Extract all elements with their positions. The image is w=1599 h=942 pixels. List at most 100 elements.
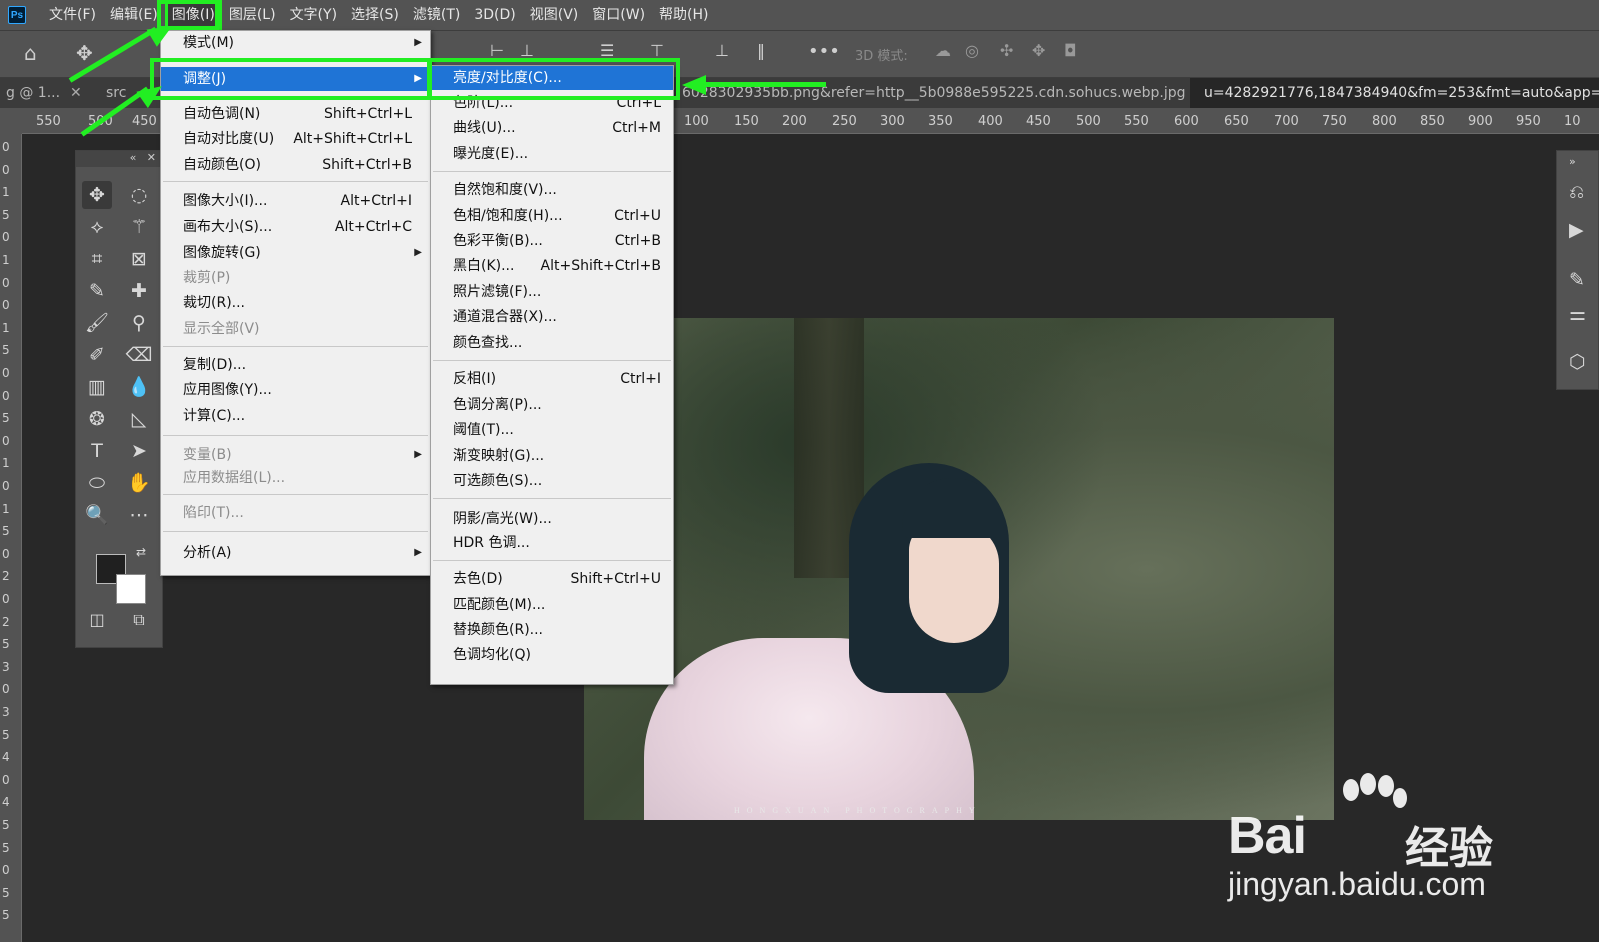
adjust-menu-item[interactable]: 阈值(T)...	[431, 418, 673, 442]
healing-brush-icon[interactable]: ✚	[124, 277, 154, 305]
adjust-menu-item[interactable]: 色相/饱和度(H)... Ctrl+U	[431, 204, 673, 228]
lasso-tool-icon[interactable]: ⟡	[82, 213, 112, 241]
history-brush-icon[interactable]: ✐	[82, 341, 112, 369]
zoom-tool-icon[interactable]: 🔍	[82, 501, 112, 529]
align-bottom-icon[interactable]: ⊥	[715, 41, 729, 60]
adjust-menu-item[interactable]: 渐变映射(G)...	[431, 444, 673, 468]
hand-tool-icon[interactable]: ✋	[124, 469, 154, 497]
blur-tool-icon[interactable]: 💧	[124, 373, 154, 401]
adjust-menu-item[interactable]: 自然饱和度(V)...	[431, 178, 673, 202]
menu-item-shortcut: Ctrl+M	[612, 120, 661, 136]
menu-view[interactable]: 视图(V)	[523, 0, 586, 30]
image-menu-item[interactable]: 自动对比度(U) Alt+Shift+Ctrl+L	[161, 127, 430, 151]
image-menu-item[interactable]: 模式(M) ▶	[161, 31, 430, 55]
adjust-menu-item[interactable]: 反相(I) Ctrl+I	[431, 367, 673, 391]
adjust-menu-item[interactable]: 可选颜色(S)...	[431, 469, 673, 493]
quick-mask-icon[interactable]: ◫	[82, 606, 112, 634]
home-icon[interactable]: ⌂	[24, 41, 37, 65]
menu-layer[interactable]: 图层(L)	[222, 0, 283, 30]
adjust-menu-item[interactable]: 色彩平衡(B)... Ctrl+B	[431, 229, 673, 253]
menu-window[interactable]: 窗口(W)	[585, 0, 652, 30]
history-panel-icon[interactable]: ⎌	[1569, 181, 1584, 203]
document-canvas-photo[interactable]: HONGXUAN PHOTOGRAPHY	[584, 318, 1334, 820]
adjust-menu-item[interactable]: 色调分离(P)...	[431, 393, 673, 417]
ruler-top-tick: 500	[1076, 114, 1101, 129]
image-menu-item[interactable]: 自动色调(N) Shift+Ctrl+L	[161, 102, 430, 126]
ellipse-tool-icon[interactable]: ⬭	[82, 469, 112, 497]
crop-tool-icon[interactable]: ⌗	[82, 245, 112, 273]
actions-play-icon[interactable]: ▶	[1569, 219, 1584, 241]
3d-camera-icon[interactable]: ◘	[1064, 41, 1077, 60]
adjust-menu-item[interactable]: 曝光度(E)...	[431, 142, 673, 166]
image-menu-item[interactable]: 画布大小(S)... Alt+Ctrl+C	[161, 215, 430, 239]
menu-help[interactable]: 帮助(H)	[652, 0, 715, 30]
path-select-icon[interactable]: ➤	[124, 437, 154, 465]
clone-stamp-icon[interactable]: ⚲	[124, 309, 154, 337]
ruler-top-tick: 600	[1174, 114, 1199, 129]
menu-filter[interactable]: 滤镜(T)	[406, 0, 467, 30]
ruler-left-tick: 0	[2, 479, 10, 493]
gradient-tool-icon[interactable]: ▥	[82, 373, 112, 401]
distribute-icon[interactable]: ‖	[757, 41, 765, 60]
ruler-left-tick: 1	[2, 185, 10, 200]
adjustments-panel-icon[interactable]: ⚌	[1569, 303, 1586, 325]
image-menu-item[interactable]: 自动颜色(O) Shift+Ctrl+B	[161, 153, 430, 177]
image-menu-item[interactable]: 应用图像(Y)...	[161, 378, 430, 402]
3d-pan-icon[interactable]: ✣	[1000, 41, 1013, 60]
screen-mode-icon[interactable]: ⧉	[124, 606, 154, 634]
ruler-left-tick: 0	[2, 366, 10, 380]
magic-wand-icon[interactable]: ⚚	[124, 213, 154, 241]
image-menu-item[interactable]: 分析(A) ▶	[161, 541, 430, 565]
adjust-menu-item[interactable]: 色调均化(Q)	[431, 643, 673, 667]
frame-tool-icon[interactable]: ⊠	[124, 245, 154, 273]
menu-3d[interactable]: 3D(D)	[467, 0, 522, 30]
tab-document-1[interactable]: g @ 1... ✕	[0, 78, 92, 108]
more-tools-icon[interactable]: ⋯	[124, 501, 154, 529]
swap-colors-icon[interactable]: ⇄	[126, 538, 156, 566]
image-menu-item[interactable]: 复制(D)...	[161, 353, 430, 377]
adjust-menu-item[interactable]: 照片滤镜(F)...	[431, 280, 673, 304]
adjust-menu-item[interactable]: 阴影/高光(W)...	[431, 507, 673, 531]
image-menu-item[interactable]: 计算(C)...	[161, 404, 430, 428]
baidu-url-text: jingyan.baidu.com	[1228, 866, 1486, 902]
more-options-icon[interactable]: •••	[808, 41, 840, 62]
type-tool-icon[interactable]: T	[82, 437, 112, 465]
close-icon[interactable]: ✕	[70, 85, 82, 101]
panel-collapse-icon[interactable]: « ✕	[76, 151, 162, 167]
adjust-menu-item[interactable]: 匹配颜色(M)...	[431, 593, 673, 617]
move-tool-icon[interactable]: ✥	[82, 181, 112, 209]
brush-tool-icon[interactable]: 🖌	[82, 309, 112, 337]
3d-slide-icon[interactable]: ✥	[1032, 41, 1045, 60]
eyedropper-icon[interactable]: ✎	[82, 277, 112, 305]
adjust-menu-item[interactable]: 颜色查找...	[431, 331, 673, 355]
tab-document-4[interactable]: u=4282921776,1847384940&fm=253&fmt=auto&…	[1190, 78, 1599, 108]
eraser-icon[interactable]: ⌫	[124, 341, 154, 369]
menu-type[interactable]: 文字(Y)	[283, 0, 344, 30]
sponge-tool-icon[interactable]: ❂	[82, 405, 112, 433]
move-tool-icon[interactable]: ✥	[76, 41, 93, 65]
image-menu-item[interactable]: 图像大小(I)... Alt+Ctrl+I	[161, 189, 430, 213]
menu-file[interactable]: 文件(F)	[42, 0, 103, 30]
background-color-swatch[interactable]	[116, 574, 146, 604]
expand-panel-icon[interactable]: »	[1569, 155, 1576, 168]
tab-label: 6028302935bb.png&refer=http__5b0988e5952…	[682, 85, 1186, 101]
adjust-menu-item[interactable]: 去色(D) Shift+Ctrl+U	[431, 567, 673, 591]
ruler-left-tick: 4	[2, 795, 10, 810]
adjust-menu-item[interactable]: 曲线(U)... Ctrl+M	[431, 116, 673, 140]
menu-item-label: 曝光度(E)...	[453, 146, 529, 162]
image-menu-item[interactable]: 图像旋转(G) ▶	[161, 241, 430, 265]
image-menu-item[interactable]: 裁切(R)...	[161, 291, 430, 315]
menu-select[interactable]: 选择(S)	[344, 0, 406, 30]
ruler-top-tick: 900	[1468, 114, 1493, 129]
3d-roll-icon[interactable]: ◎	[965, 41, 979, 60]
3d-panel-icon[interactable]: ⬡	[1569, 351, 1586, 373]
adjust-menu-item[interactable]: 通道混合器(X)...	[431, 305, 673, 329]
adjust-menu-item[interactable]: HDR 色调...	[431, 531, 673, 555]
adjust-menu-item[interactable]: 替换颜色(R)...	[431, 618, 673, 642]
adjust-menu-item[interactable]: 黑白(K)... Alt+Shift+Ctrl+B	[431, 254, 673, 278]
menu-separator	[163, 531, 428, 532]
brush-settings-icon[interactable]: ✎	[1569, 269, 1585, 291]
3d-orbit-icon[interactable]: ☁	[935, 41, 951, 60]
marquee-tool-icon[interactable]: ◌	[124, 181, 154, 209]
pen-tool-icon[interactable]: ◺	[124, 405, 154, 433]
